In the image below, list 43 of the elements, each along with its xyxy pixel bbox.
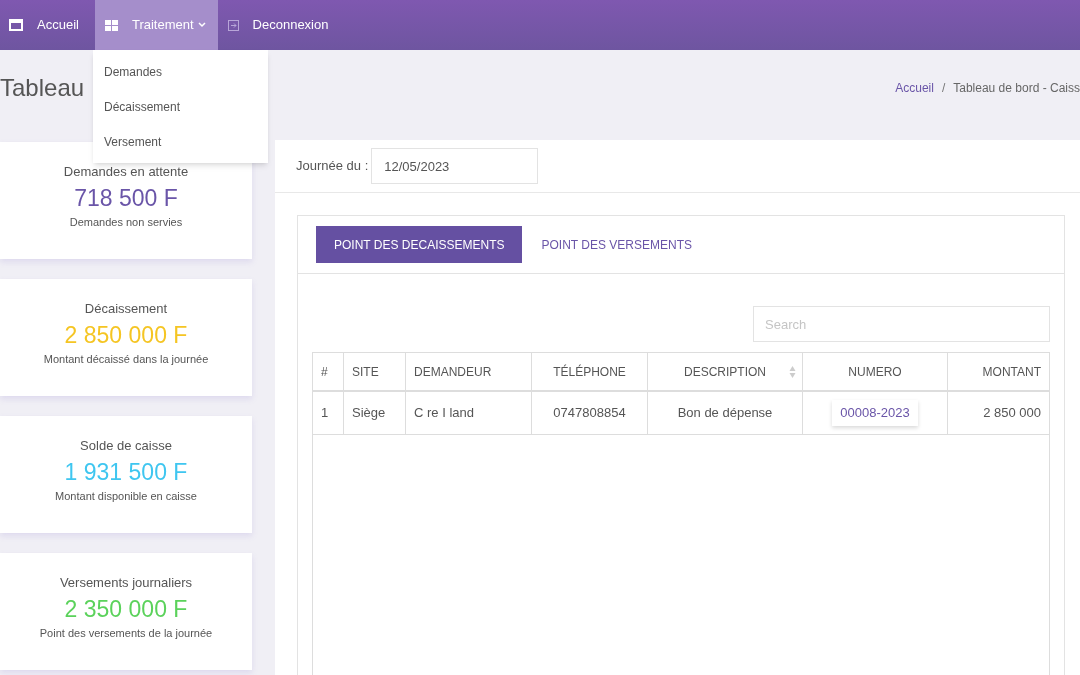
date-label: Journée du : — [296, 157, 369, 176]
tab[interactable]: POINT DES VERSEMENTS — [523, 226, 710, 263]
table-cell-text: Siège — [352, 404, 386, 423]
dropdown-item[interactable]: Décaissement — [93, 89, 268, 124]
table-cell-text: 0747808854 — [553, 404, 626, 423]
column-header: # — [313, 353, 344, 390]
column-header: TÉLÉPHONE — [532, 353, 648, 390]
stat-title: Demandes en attente — [63, 163, 189, 181]
stat-value: 1 931 500 F — [64, 457, 188, 487]
stat-value: 2 350 000 F — [64, 594, 188, 624]
nav-item[interactable]: Accueil — [9, 0, 95, 50]
dropdown-item[interactable]: Versement — [93, 124, 268, 159]
breadcrumb-separator: / — [941, 79, 946, 97]
column-header: NUMERO — [803, 353, 948, 390]
stat-caption: Demandes non servies — [69, 214, 183, 230]
date-field[interactable]: 12/05/2023 — [371, 148, 539, 184]
table-cell-text: 1 — [321, 404, 329, 423]
breadcrumb-current: Tableau de bord - Caiss — [953, 79, 1080, 97]
stat-caption: Montant disponible en caisse — [55, 488, 197, 504]
search-field[interactable]: Search — [753, 306, 1050, 342]
stat-title: Décaissement — [84, 300, 168, 318]
stat-caption: Montant décaissé dans la journée — [43, 351, 209, 367]
stat-caption: Point des versements de la journée — [39, 625, 213, 641]
stat-value: 718 500 F — [74, 183, 178, 213]
stat-title: Solde de caisse — [80, 437, 172, 455]
stat-title: Versements journaliers — [59, 574, 193, 592]
column-header[interactable]: DESCRIPTION — [648, 353, 803, 390]
dropdown-item[interactable]: Demandes — [93, 54, 268, 89]
column-header: DEMANDEUR — [406, 353, 532, 390]
numero-link[interactable]: 00008-2023 — [832, 400, 918, 426]
grid-icon — [104, 19, 118, 31]
column-header: SITE — [344, 353, 406, 390]
column-header: MONTANT — [981, 363, 1042, 381]
tab[interactable]: POINT DES DECAISSEMENTS — [316, 226, 523, 263]
nav-item[interactable]: Deconnexion — [217, 0, 341, 50]
window-icon — [9, 19, 23, 31]
breadcrumb-link[interactable]: Accueil — [895, 78, 934, 97]
logout-icon — [227, 19, 239, 31]
table-cell-text: C re I land — [414, 404, 474, 423]
table-cell-text: 2 850 000 — [983, 404, 1041, 423]
table-cell-text: Bon de dépense — [677, 404, 773, 423]
stat-value: 2 850 000 F — [64, 320, 188, 350]
page-title: Tableau — [0, 72, 85, 103]
